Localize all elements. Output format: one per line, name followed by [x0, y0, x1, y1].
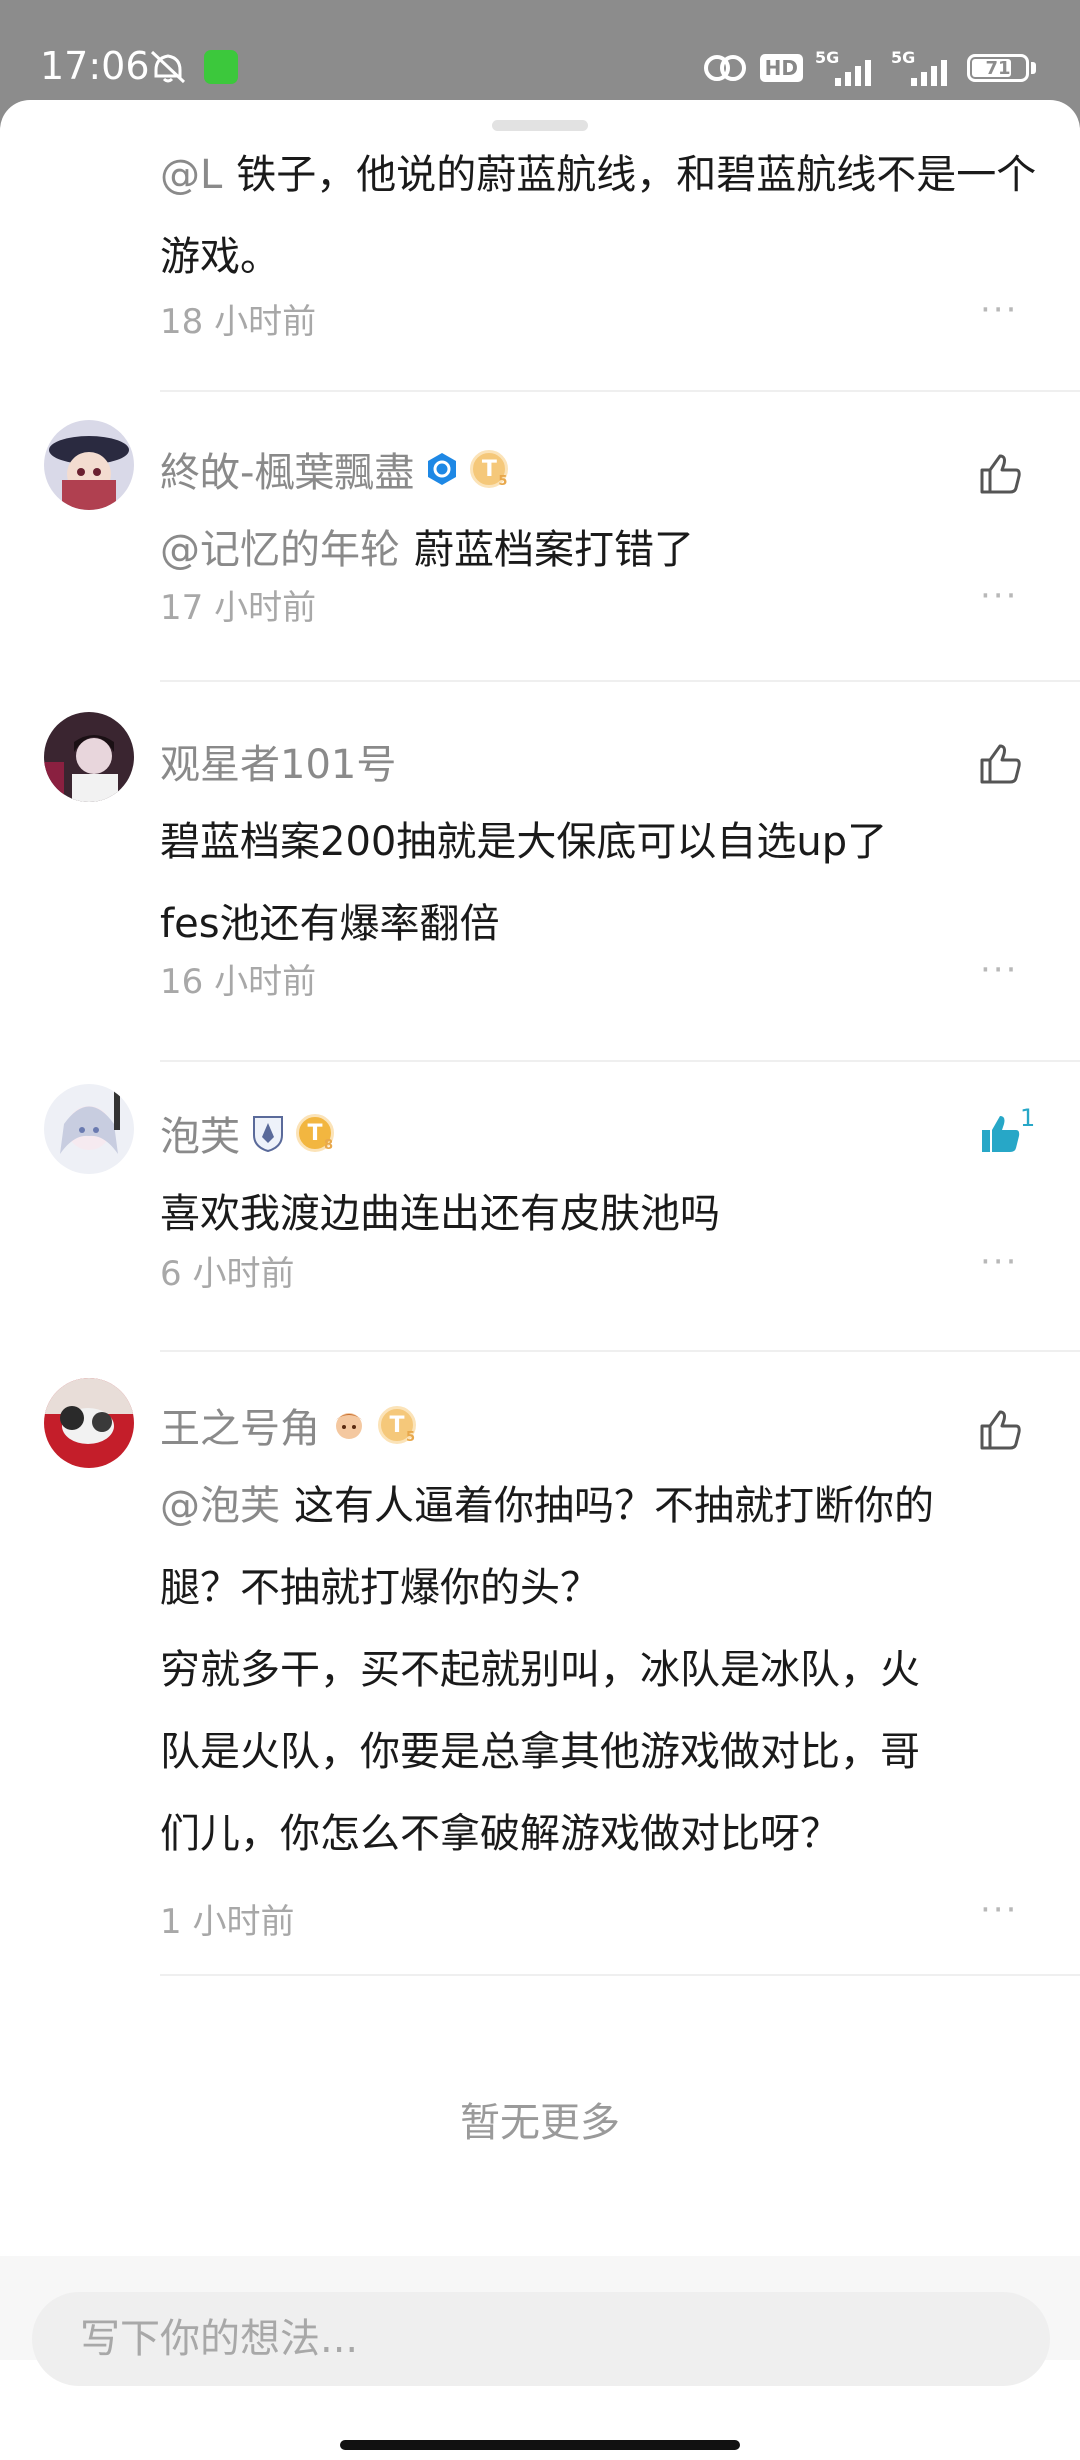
username[interactable]: 观星者101号 — [160, 732, 396, 790]
verified-badge-icon — [428, 453, 457, 485]
avatar[interactable] — [44, 1378, 134, 1468]
like-icon-active[interactable] — [976, 1110, 1024, 1158]
comment-time: 16 小时前 — [160, 962, 317, 1002]
like-count: 1 — [1020, 1104, 1036, 1132]
comment-mention[interactable]: @泡芙 — [160, 1483, 280, 1529]
comment-time: 18 小时前 — [160, 302, 317, 342]
more-options-icon[interactable]: ··· — [980, 1242, 1018, 1282]
comment-time: 6 小时前 — [160, 1254, 295, 1294]
avatar[interactable] — [44, 712, 134, 802]
status-time: 17:06 — [40, 44, 150, 88]
divider — [160, 1974, 1080, 1976]
like-icon[interactable] — [976, 1406, 1024, 1454]
hotspot-icon — [703, 55, 746, 81]
divider — [160, 680, 1080, 682]
comment-time: 17 小时前 — [160, 588, 317, 628]
hd-badge: HD — [759, 54, 803, 82]
battery-icon: 71 — [967, 54, 1029, 82]
more-options-icon[interactable]: ··· — [980, 290, 1018, 330]
mute-icon — [150, 50, 186, 84]
level-badge: T5 — [378, 1406, 416, 1445]
level-badge: T8 — [296, 1114, 334, 1153]
comment-text: 喜欢我渡边曲连出还有皮肤池吗 — [160, 1191, 720, 1237]
comment-mention[interactable]: @记忆的年轮 — [160, 527, 400, 573]
comment-input[interactable] — [32, 2292, 1050, 2386]
username[interactable]: 王之号角 — [160, 1396, 320, 1454]
home-indicator[interactable] — [340, 2440, 740, 2450]
sheet-drag-handle[interactable] — [492, 120, 588, 131]
more-options-icon[interactable]: ··· — [980, 1890, 1018, 1930]
like-icon[interactable] — [976, 450, 1024, 498]
more-options-icon[interactable]: ··· — [980, 950, 1018, 990]
divider — [160, 1060, 1080, 1062]
no-more-label: 暂无更多 — [460, 2100, 620, 2146]
comments-sheet: @L 铁子，他说的蔚蓝航线，和碧蓝航线不是一个游戏。 18 小时前 ··· 終敀-… — [0, 100, 1080, 2460]
comment-text: @L 铁子，他说的蔚蓝航线，和碧蓝航线不是一个游戏。 — [160, 152, 1037, 280]
status-bar: 17:06 HD 5G 5G 71 — [0, 0, 1080, 100]
username[interactable]: 終敀-楓葉飄盡 — [160, 440, 414, 498]
divider — [160, 1350, 1080, 1352]
like-icon[interactable] — [976, 740, 1024, 788]
character-badge-icon — [334, 1413, 364, 1439]
avatar[interactable] — [44, 420, 134, 510]
comment-text: 碧蓝档案200抽就是大保底可以自选up了 fes池还有爆率翻倍 — [160, 819, 888, 947]
comment-time: 1 小时前 — [160, 1902, 295, 1942]
app-notification-icon — [204, 50, 238, 84]
level-badge: T5 — [470, 450, 509, 489]
comment-text: @泡芙 这有人逼着你抽吗？不抽就打断你的 腿？不抽就打爆你的头？ 穷就多干，买不起… — [160, 1483, 934, 1857]
more-options-icon[interactable]: ··· — [980, 576, 1018, 616]
comment-mention[interactable]: @L — [160, 152, 222, 198]
shield-badge-icon — [253, 1116, 283, 1153]
signal-icon: 5G — [815, 48, 879, 88]
username[interactable]: 泡芙 — [160, 1104, 240, 1162]
signal-icon-2: 5G — [891, 48, 955, 88]
divider — [160, 390, 1080, 392]
avatar[interactable] — [44, 1084, 134, 1174]
comment-text: @记忆的年轮 蔚蓝档案打错了 — [160, 527, 694, 573]
